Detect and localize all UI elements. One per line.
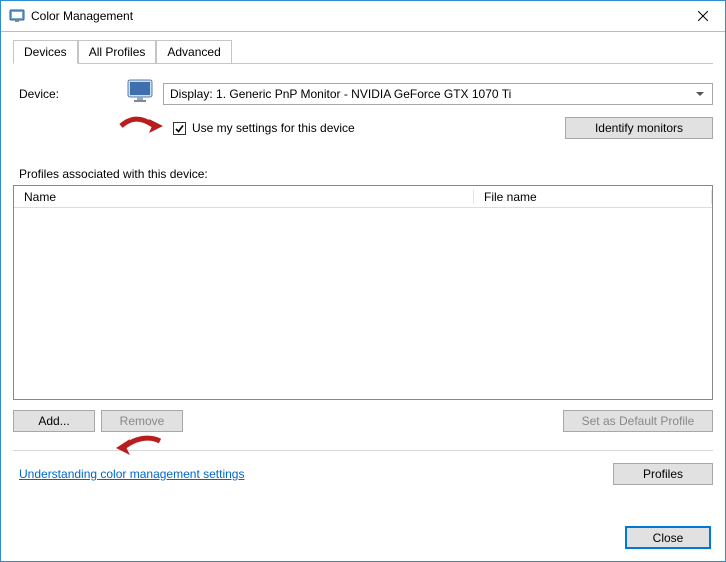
titlebar: Color Management bbox=[1, 1, 725, 32]
device-selected-text: Display: 1. Generic PnP Monitor - NVIDIA… bbox=[170, 87, 511, 101]
monitor-icon bbox=[125, 78, 155, 109]
profiles-table: Name File name bbox=[13, 185, 713, 400]
tab-all-profiles[interactable]: All Profiles bbox=[78, 40, 157, 63]
window-close-button[interactable] bbox=[680, 2, 725, 30]
use-my-settings-label: Use my settings for this device bbox=[192, 121, 355, 135]
profiles-button[interactable]: Profiles bbox=[613, 463, 713, 485]
table-header: Name File name bbox=[14, 186, 712, 208]
set-default-profile-button: Set as Default Profile bbox=[563, 410, 713, 432]
identify-monitors-button[interactable]: Identify monitors bbox=[565, 117, 713, 139]
understanding-link[interactable]: Understanding color management settings bbox=[19, 467, 244, 481]
remove-button: Remove bbox=[101, 410, 183, 432]
profiles-heading: Profiles associated with this device: bbox=[19, 167, 713, 181]
add-button[interactable]: Add... bbox=[13, 410, 95, 432]
close-icon bbox=[698, 11, 708, 21]
app-icon bbox=[9, 8, 25, 24]
device-select[interactable]: Display: 1. Generic PnP Monitor - NVIDIA… bbox=[163, 83, 713, 105]
tab-strip: Devices All Profiles Advanced bbox=[13, 40, 713, 64]
close-button[interactable]: Close bbox=[625, 526, 711, 549]
column-file-name[interactable]: File name bbox=[474, 190, 712, 204]
device-label: Device: bbox=[19, 87, 129, 101]
use-my-settings-checkbox[interactable] bbox=[173, 122, 186, 135]
window-title: Color Management bbox=[31, 9, 133, 23]
divider bbox=[13, 450, 713, 451]
column-name[interactable]: Name bbox=[14, 190, 474, 204]
tab-devices[interactable]: Devices bbox=[13, 40, 78, 64]
tab-advanced[interactable]: Advanced bbox=[156, 40, 231, 63]
